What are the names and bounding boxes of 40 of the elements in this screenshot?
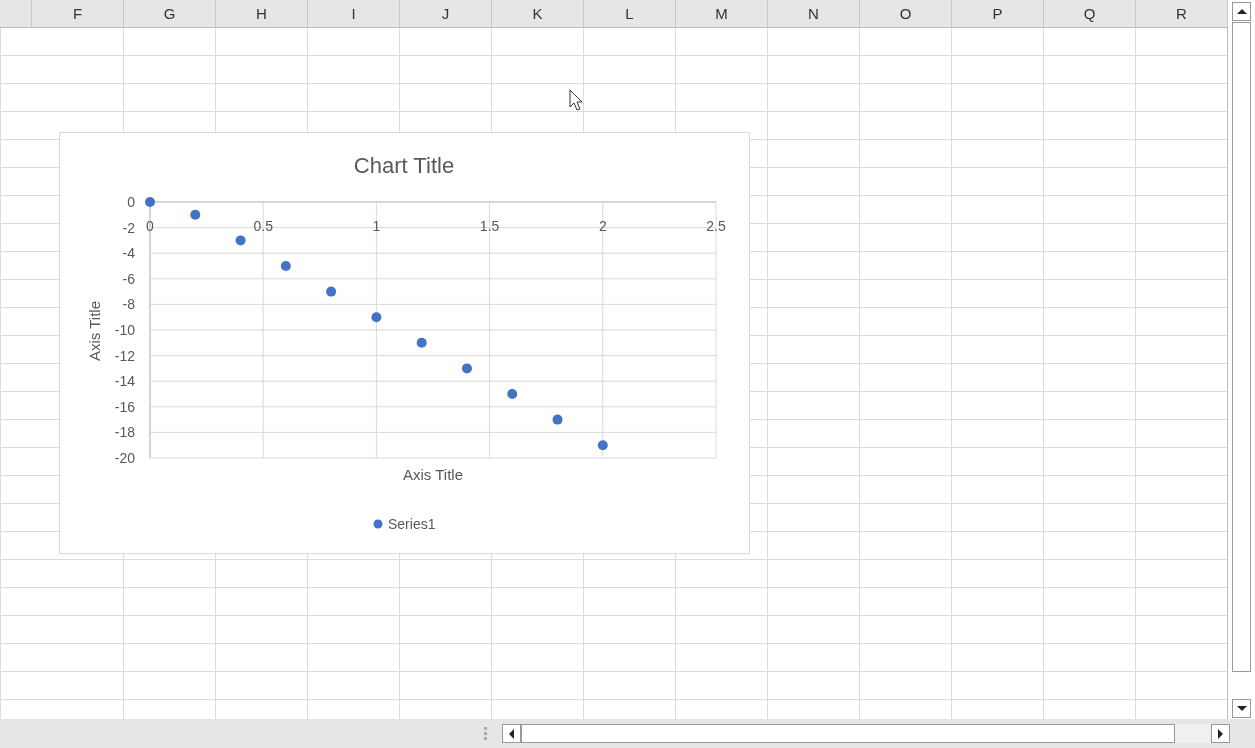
tick-label: -2 [122, 219, 135, 236]
scroll-down-button[interactable] [1232, 699, 1251, 718]
column-header[interactable]: L [584, 0, 676, 27]
tick-label: -20 [114, 450, 135, 466]
column-header[interactable]: G [124, 0, 216, 27]
tick-label: -8 [122, 296, 135, 313]
tick-label: -18 [114, 424, 135, 441]
column-header[interactable]: Q [1044, 0, 1136, 27]
tick-label: 2.5 [706, 217, 726, 234]
tick-label: -10 [114, 322, 135, 338]
tick-label: 1.5 [479, 217, 500, 234]
scroll-right-button[interactable] [1211, 724, 1230, 743]
axis-title: Axis Title [86, 301, 103, 361]
tick-label: -4 [122, 245, 135, 262]
splitter-handle-icon[interactable] [484, 726, 488, 741]
legend-label: Series1 [388, 516, 436, 532]
tick-label: 0 [127, 194, 135, 210]
tick-label: 0.5 [253, 217, 273, 234]
column-header[interactable]: O [860, 0, 952, 27]
column-header[interactable]: I [308, 0, 400, 27]
column-header[interactable]: F [31, 0, 124, 27]
tick-label: -14 [114, 373, 135, 390]
scroll-up-button[interactable] [1232, 2, 1251, 21]
tick-label: 2 [598, 217, 607, 234]
column-header[interactable]: P [952, 0, 1044, 27]
tick-label: 1 [372, 217, 381, 234]
column-header[interactable]: N [768, 0, 860, 27]
tick-label: -12 [114, 347, 135, 364]
scroll-left-button[interactable] [502, 724, 521, 743]
tick-label: -6 [122, 270, 135, 287]
axis-title: Axis Title [403, 466, 463, 483]
chart-title: Chart Title [353, 153, 455, 178]
column-header[interactable]: H [216, 0, 308, 27]
column-header[interactable]: M [676, 0, 768, 27]
tick-label: 0 [146, 217, 154, 234]
column-header[interactable]: J [400, 0, 492, 27]
pointer-cursor-icon [569, 89, 585, 113]
tick-label: -16 [114, 398, 135, 415]
scroll-thumb[interactable] [1232, 22, 1251, 672]
column-header[interactable]: K [492, 0, 584, 27]
